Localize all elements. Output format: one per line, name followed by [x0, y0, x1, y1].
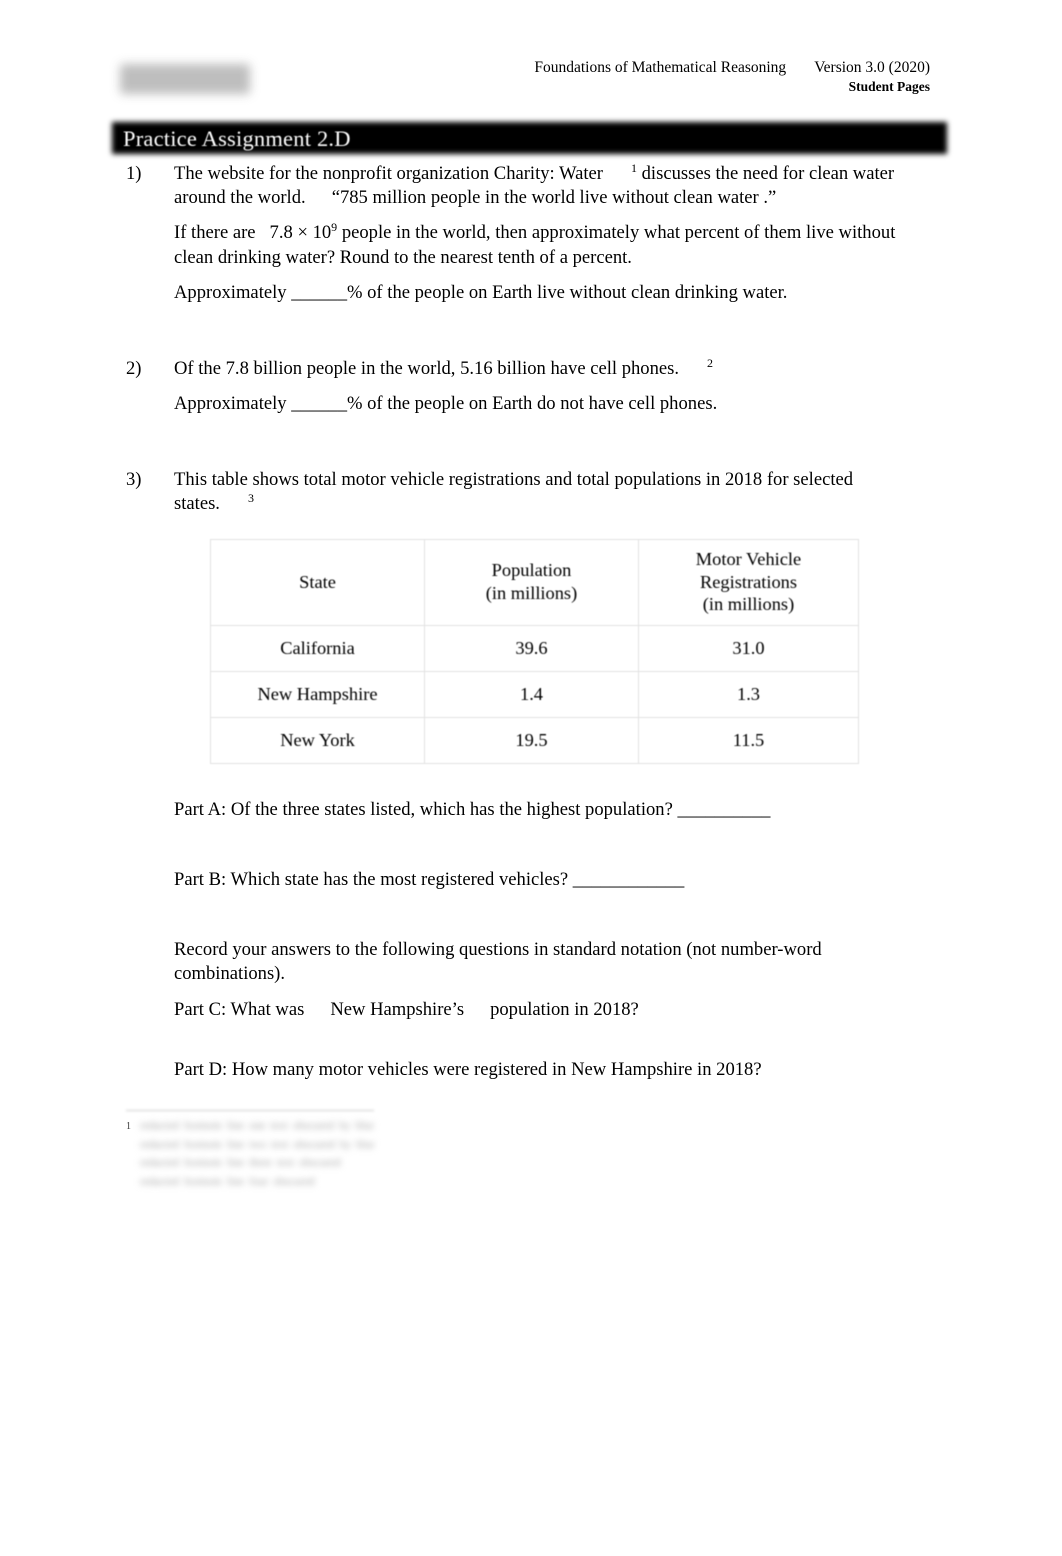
- cell-registrations: 11.5: [638, 716, 859, 764]
- question-2-number: 2): [126, 357, 142, 379]
- part-c-text-b: population in 2018?: [490, 999, 639, 1021]
- document-header: Foundations of Mathematical Reasoning Ver…: [120, 58, 930, 110]
- question-1: 1) The website for the nonprofit organiz…: [0, 162, 1062, 305]
- cell-population: 19.5: [424, 716, 639, 764]
- question-3-paragraph-1: This table shows total motor vehicle reg…: [174, 468, 932, 516]
- footnote-ref-3: 3: [247, 491, 254, 506]
- exponent-9: 9: [331, 220, 338, 235]
- part-c-line: Part C: What was New Hampshire’s populatio…: [174, 998, 932, 1022]
- column-header-state-label: State: [299, 571, 336, 592]
- student-pages-label: Student Pages: [848, 79, 930, 95]
- question-1-answer-line: Approximately ______% of the people on E…: [174, 281, 788, 303]
- question-3-parts: Part A: Of the three states listed, whic…: [0, 798, 1062, 1083]
- table-header-row: State Population (in millions) Motor Veh…: [210, 538, 859, 626]
- footnote-line: redacted footnote line one text obscured…: [140, 1120, 375, 1132]
- document-page: Foundations of Mathematical Reasoning Ver…: [0, 0, 1062, 1556]
- cell-registrations: 31.0: [638, 624, 859, 672]
- question-1-paragraph-2: If there are 7.8 × 109 people in the worl…: [174, 221, 932, 269]
- cell-state: New York: [210, 716, 425, 764]
- column-header-registrations-line1: Motor Vehicle: [695, 548, 802, 569]
- version-label: Version 3.0 (2020): [814, 59, 930, 76]
- footnote-ref-2: 2: [707, 355, 714, 370]
- part-d-line: Part D: How many motor vehicles were reg…: [174, 1059, 762, 1081]
- state-data-table: State Population (in millions) Motor Veh…: [210, 538, 859, 764]
- question-3: 3) This table shows total motor vehicle …: [0, 468, 1062, 516]
- footnote-line: redacted footnote line three text obscur…: [140, 1157, 341, 1170]
- part-b-line: Part B: Which state has the most registe…: [174, 868, 685, 890]
- cell-state: California: [210, 624, 425, 672]
- q2-text: Of the 7.8 billion people in the world, …: [174, 357, 680, 379]
- q1-p2-expr: 7.8 × 10: [269, 222, 332, 244]
- table-header: State Population (in millions) Motor Veh…: [210, 538, 859, 626]
- question-2: 2) Of the 7.8 billion people in the worl…: [0, 357, 1062, 416]
- state-data-table-wrapper: State Population (in millions) Motor Veh…: [210, 538, 859, 764]
- q1-text-d: “785 million people in the world live wi…: [331, 187, 713, 209]
- column-header-population: Population (in millions): [424, 538, 639, 626]
- cell-population: 1.4: [424, 670, 639, 718]
- part-a-line: Part A: Of the three states listed, whic…: [174, 798, 771, 820]
- table-row: New Hampshire 1.4 1.3: [210, 670, 859, 718]
- cell-state: New Hampshire: [210, 670, 425, 718]
- q1-text-b: discusses the need for: [641, 163, 805, 184]
- assignment-title: Practice Assignment 2.D: [123, 126, 351, 151]
- parts-instruction: Record your answers to the following que…: [174, 938, 822, 985]
- footnote-line: redacted footnote line four obscured: [140, 1175, 315, 1188]
- cell-population: 39.6: [424, 624, 639, 672]
- question-3-number: 3): [126, 469, 142, 491]
- q3-text: This table shows total motor vehicle reg…: [174, 469, 854, 515]
- question-2-paragraph-1: Of the 7.8 billion people in the world, …: [174, 357, 932, 381]
- column-header-registrations-line3: (in millions): [702, 594, 795, 615]
- column-header-population-line2: (in millions): [485, 583, 578, 604]
- q1-p2-a: If there are: [174, 222, 256, 244]
- column-header-registrations: Motor Vehicle Registrations (in millions…: [638, 538, 859, 626]
- column-header-population-line1: Population: [491, 560, 572, 581]
- q1-text-e: water .”: [717, 187, 777, 209]
- question-1-number: 1): [126, 163, 142, 184]
- footnote-ref-1: 1: [630, 160, 637, 175]
- footnote-area: 1 redacted footnote line one text obscur…: [126, 1110, 946, 1192]
- cell-registrations: 1.3: [638, 670, 859, 718]
- table-row: California 39.6 31.0: [210, 624, 859, 672]
- header-line-course: Foundations of Mathematical Reasoning Ver…: [534, 58, 930, 78]
- part-c-state: New Hampshire’s: [330, 999, 465, 1021]
- footnote-separator: [126, 1110, 374, 1111]
- document-body: 1) The website for the nonprofit organiz…: [0, 162, 1062, 1083]
- part-c-text-a: Part C: What was: [174, 999, 305, 1021]
- table-row: New York 19.5 11.5: [210, 716, 859, 764]
- question-2-answer-line: Approximately ______% of the people on E…: [174, 393, 718, 415]
- footnote-block: 1 redacted footnote line one text obscur…: [126, 1117, 946, 1192]
- column-header-state: State: [210, 538, 425, 626]
- institution-logo: [120, 64, 250, 94]
- footnote-line: redacted footnote line two text obscured…: [140, 1138, 375, 1151]
- table-body: California 39.6 31.0 New Hampshire 1.4 1…: [210, 624, 859, 764]
- q1-text-a: The website for the nonprofit organizati…: [174, 163, 603, 184]
- course-title: Foundations of Mathematical Reasoning: [534, 59, 787, 76]
- footnote-redacted-text: redacted footnote line one text obscured…: [126, 1117, 946, 1192]
- column-header-registrations-line2: Registrations: [699, 571, 798, 592]
- question-1-paragraph-1: The website for the nonprofit organizati…: [174, 162, 932, 210]
- header-right-block: Foundations of Mathematical Reasoning Ver…: [534, 58, 930, 96]
